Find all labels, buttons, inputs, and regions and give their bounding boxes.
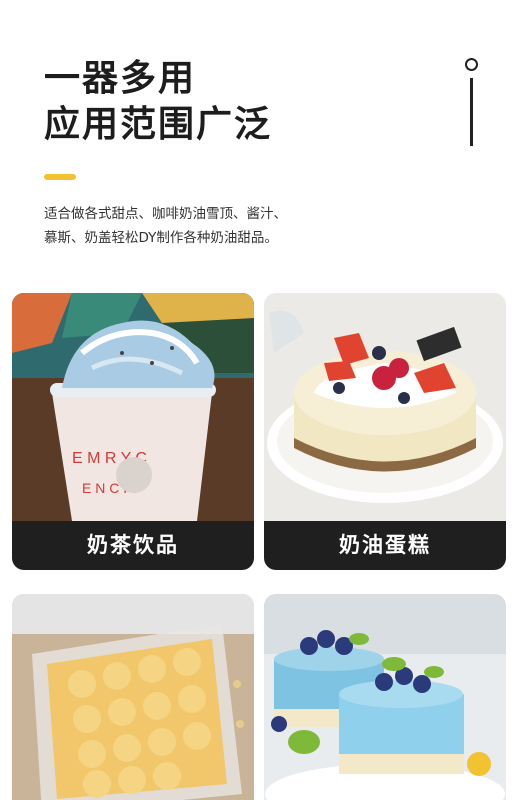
cream-dessert-box-photo [12,594,254,800]
card-cream-cake[interactable]: 奶油蛋糕 [264,293,506,570]
description: 适合做各式甜点、咖啡奶油雪顶、酱汁、 慕斯、奶盖轻松DY制作各种奶油甜品。 [44,202,344,250]
card-mousse-cake[interactable] [264,594,506,800]
decorative-vertical-line [470,78,473,146]
decorative-ring-icon [465,58,478,71]
title-line-1: 一器多用 [44,58,197,99]
card-caption: 奶茶饮品 [12,521,254,570]
description-line-2: 慕斯、奶盖轻松DY制作各种奶油甜品。 [44,230,278,246]
card-cream-dessert-box[interactable] [12,594,254,800]
mousse-cake-photo [264,594,506,800]
card-milk-tea[interactable]: E M R Y C E N C I T 奶茶饮品 [12,293,254,570]
card-caption: 奶油蛋糕 [264,521,506,570]
page-title: 一器多用 应用范围广泛 [44,56,272,148]
milk-tea-drink-photo: E M R Y C E N C I T [12,293,254,521]
cream-cake-photo [264,293,506,521]
description-line-1: 适合做各式甜点、咖啡奶油雪顶、酱汁、 [44,206,287,222]
accent-divider [44,174,76,180]
title-line-2: 应用范围广泛 [44,104,273,145]
